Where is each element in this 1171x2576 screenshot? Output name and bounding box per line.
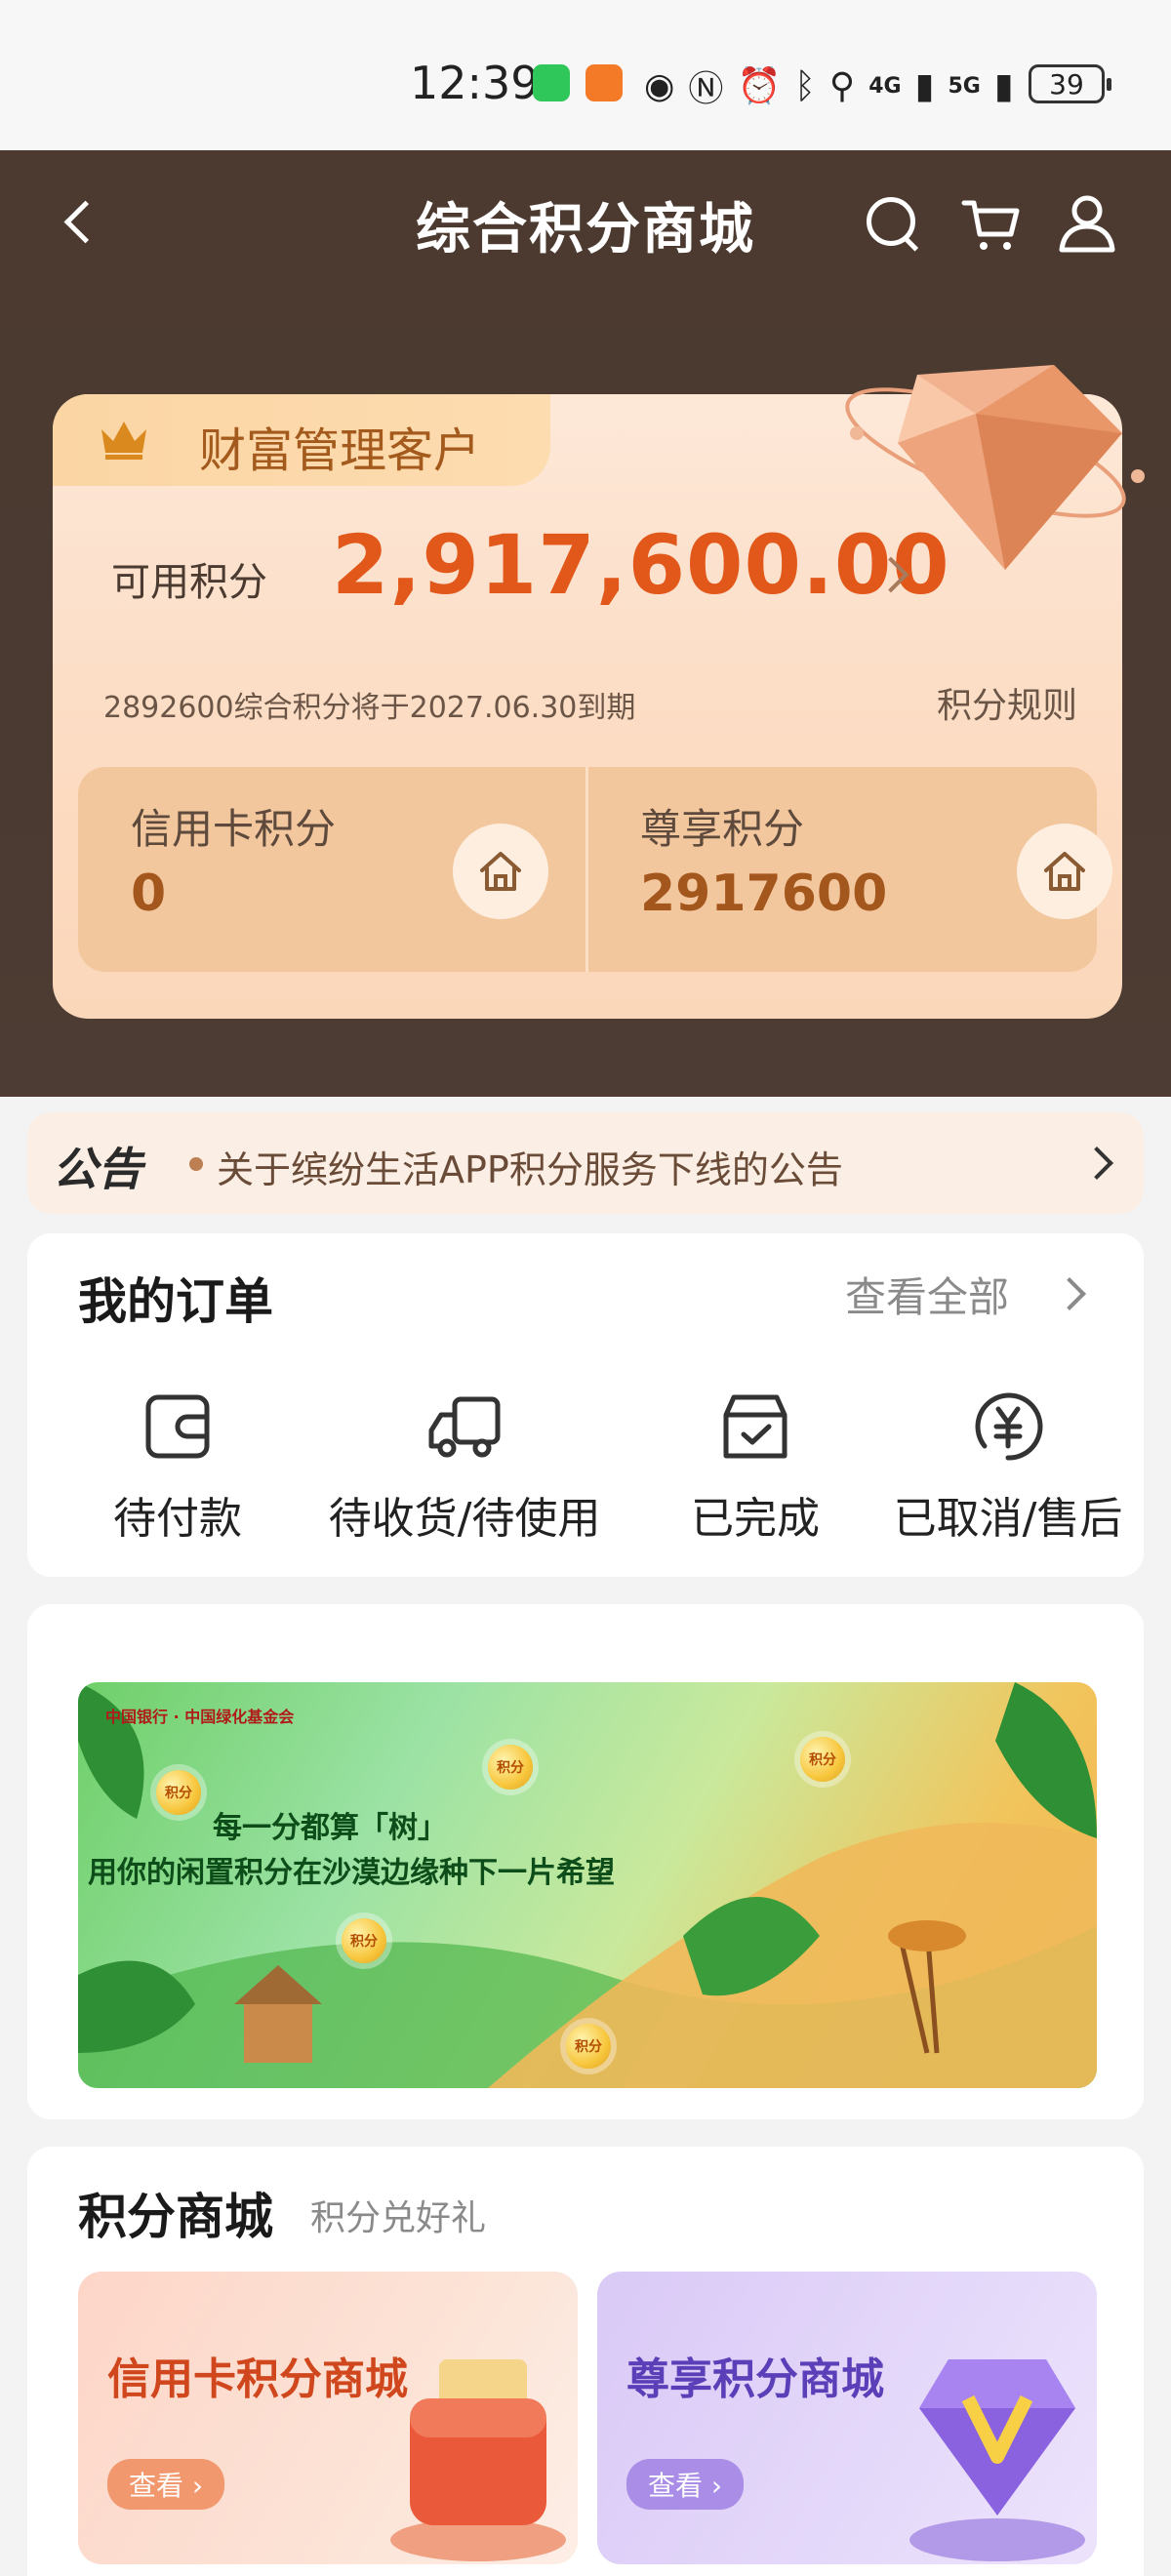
home-icon [480, 852, 521, 891]
mall-title: 积分商城 [78, 2189, 273, 2245]
search-icon[interactable] [863, 193, 921, 252]
chevron-right-icon[interactable] [1080, 1147, 1113, 1180]
banner-section: 中国银行 · 中国绿化基金会 每一分都算「树」 用你的闲置积分在沙漠边缘种下一片… [27, 1604, 1144, 2119]
customer-tier-label: 财富管理客户 [199, 423, 481, 478]
vip-shield-icon [909, 2359, 1085, 2561]
signal-5g-icon: 5G [948, 73, 981, 99]
cart-icon[interactable] [960, 193, 1023, 256]
announcement-tag: 公告 [53, 1143, 142, 1195]
order-label: 待付款 [113, 1494, 242, 1544]
vip-points-home-button[interactable] [1017, 824, 1112, 919]
credit-points-value: 0 [131, 865, 167, 923]
home-icon [1044, 852, 1085, 891]
order-label: 待收货/待使用 [328, 1494, 601, 1544]
points-breakdown: 信用卡积分 0 尊享积分 2917600 [78, 767, 1112, 972]
my-orders-section: 我的订单 查看全部 待付款 待收货/待使用 已完成 已取消/售后 [27, 1233, 1144, 1577]
eye-icon: ◉ [644, 65, 675, 106]
mall-card-label: 尊享积分商城 [626, 2355, 884, 2404]
mall-subtitle: 积分兑好礼 [310, 2198, 487, 2238]
banner-subheadline: 用你的闲置积分在沙漠边缘种下一片希望 [88, 1856, 615, 1890]
order-pending-payment[interactable]: 待付款 [61, 1388, 295, 1546]
yen-refund-icon [975, 1392, 1043, 1461]
points-coin-icon: 积分 [342, 1918, 386, 1963]
view-button[interactable]: 查看 › [626, 2459, 745, 2510]
vip-points-value: 2917600 [640, 865, 888, 923]
box-check-icon [723, 1394, 787, 1459]
banner-headline: 每一分都算「树」 [213, 1811, 447, 1845]
order-pending-receipt[interactable]: 待收货/待使用 [299, 1388, 630, 1546]
points-coin-icon: 积分 [566, 2024, 611, 2069]
vip-points-label: 尊享积分 [640, 805, 805, 853]
wechat-notification-icon [533, 64, 570, 101]
bluetooth-icon: ᛒ [794, 65, 816, 106]
wallet-icon [145, 1394, 210, 1459]
signal-bars-icon: ▮ [914, 65, 935, 106]
alarm-icon: ⏰ [737, 66, 782, 106]
credit-points-home-button[interactable] [453, 824, 548, 919]
mall-card-label: 信用卡积分商城 [107, 2355, 408, 2404]
status-icons: ◉ Ⓝ ⏰ ᛒ ⚲ 4G ▮ 5G ▮ [644, 60, 1014, 111]
bullet-icon [189, 1157, 203, 1171]
customer-tier-tag: 财富管理客户 [53, 394, 550, 486]
points-rules-link[interactable]: 积分规则 [937, 677, 1077, 728]
order-label: 已完成 [691, 1494, 820, 1544]
user-icon[interactable] [1056, 191, 1118, 254]
points-expiry-note: 2892600综合积分将于2027.06.30到期 [103, 691, 636, 725]
nfc-icon: Ⓝ [688, 69, 724, 109]
points-coin-icon: 积分 [800, 1737, 845, 1782]
battery-icon: 39 [1029, 64, 1111, 103]
credit-card-mall-card[interactable]: 信用卡积分商城 查看 › [78, 2272, 578, 2564]
points-coin-icon: 积分 [488, 1745, 533, 1790]
points-coin-icon: 积分 [156, 1770, 201, 1815]
truck-icon [428, 1396, 501, 1458]
status-bar: 12:39 ◉ Ⓝ ⏰ ᛒ ⚲ 4G ▮ 5G ▮ 39 [0, 0, 1171, 150]
announcement-text[interactable]: 关于缤纷生活APP积分服务下线的公告 [217, 1140, 843, 1193]
bank-logo: 中国银行 · 中国绿化基金会 [105, 1708, 295, 1726]
header-area: 综合积分商城 财富管理客户 可用积分 2,917,600.00 2892600综… [0, 150, 1171, 1097]
order-completed[interactable]: 已完成 [638, 1388, 872, 1546]
announcement-bar[interactable]: 公告 关于缤纷生活APP积分服务下线的公告 [27, 1112, 1144, 1214]
crown-icon [101, 422, 146, 460]
order-cancelled-aftersale[interactable]: 已取消/售后 [886, 1388, 1130, 1546]
status-time: 12:39 [410, 57, 540, 109]
view-button[interactable]: 查看 › [107, 2459, 225, 2510]
location-icon: ⚲ [828, 65, 856, 106]
points-mall-section: 积分商城 积分兑好礼 信用卡积分商城 查看 › 尊享积分商城 查看 › [27, 2147, 1144, 2576]
signal-4g-icon: 4G [868, 73, 902, 99]
order-label: 已取消/售后 [893, 1494, 1123, 1544]
signal-bars-icon: ▮ [993, 65, 1014, 106]
wallet-icon [390, 2359, 566, 2561]
view-all-orders-link[interactable]: 查看全部 [845, 1265, 1009, 1324]
chevron-right-icon[interactable] [1053, 1277, 1086, 1310]
available-points-label: 可用积分 [111, 560, 267, 605]
app-notification-icon [586, 64, 623, 101]
orders-title: 我的订单 [78, 1273, 273, 1330]
tree-planting-banner[interactable]: 中国银行 · 中国绿化基金会 每一分都算「树」 用你的闲置积分在沙漠边缘种下一片… [78, 1682, 1097, 2088]
diamond-icon [845, 365, 1145, 570]
vip-mall-card[interactable]: 尊享积分商城 查看 › [597, 2272, 1097, 2564]
credit-points-label: 信用卡积分 [131, 805, 337, 853]
divider [586, 767, 588, 972]
